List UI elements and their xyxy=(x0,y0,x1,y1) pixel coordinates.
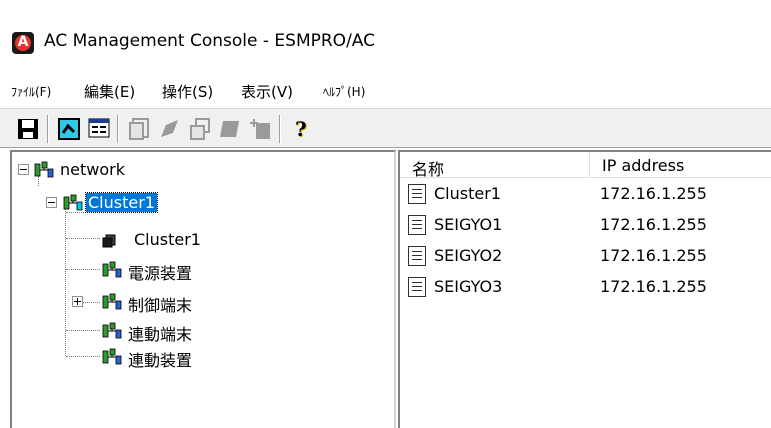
column-header-ip[interactable]: IP address xyxy=(590,152,771,178)
tree-label: Cluster1 xyxy=(85,192,158,213)
server-icon xyxy=(102,234,116,248)
network-icon xyxy=(102,348,122,365)
network-icon xyxy=(63,194,83,211)
document-icon xyxy=(408,184,426,204)
tree-panel: network Cluster1 Cluster1 電源装置 制御端末 連動端末… xyxy=(10,150,396,428)
tree-item-network[interactable]: network xyxy=(12,158,212,182)
toolbar-separator xyxy=(117,115,119,143)
tree-item-linked-device[interactable]: 連動装置 xyxy=(12,345,262,370)
menu-operation[interactable]: 操作(S) xyxy=(162,81,213,102)
help-icon[interactable]: ? xyxy=(290,117,314,141)
cell-ip: 172.16.1.255 xyxy=(600,184,707,203)
network-icon xyxy=(102,322,122,339)
tree-label: 電源装置 xyxy=(128,264,193,283)
tree-label: Cluster1 xyxy=(134,230,201,249)
document-icon xyxy=(408,246,426,266)
stack-icon xyxy=(218,117,242,141)
document-icon xyxy=(408,215,426,235)
window-title: AC Management Console - ESMPRO/AC xyxy=(44,31,375,51)
title-bar: AC Management Console - ESMPRO/AC xyxy=(0,0,771,76)
cell-ip: 172.16.1.255 xyxy=(600,277,707,296)
tree-label: network xyxy=(60,160,125,179)
collapse-toggle[interactable] xyxy=(18,164,29,175)
network-view-icon[interactable] xyxy=(57,117,81,141)
tree-label: 連動端末 xyxy=(128,325,193,344)
app-icon xyxy=(12,32,34,54)
cell-ip: 172.16.1.255 xyxy=(600,246,707,265)
tree-label: 連動装置 xyxy=(128,351,193,370)
save-icon[interactable] xyxy=(16,117,40,141)
help-glyph: ? xyxy=(295,117,307,141)
cell-name: SEIGYO2 xyxy=(434,246,503,265)
list-item[interactable]: SEIGYO3 172.16.1.255 xyxy=(406,275,766,299)
network-icon xyxy=(34,161,54,178)
toolbar: ? xyxy=(0,108,771,148)
menu-edit[interactable]: 編集(E) xyxy=(84,81,135,102)
list-panel: 名称 IP address Cluster1 172.16.1.255 SEIG… xyxy=(398,150,771,428)
toolbar-separator xyxy=(47,115,49,143)
properties-icon[interactable] xyxy=(87,117,111,141)
toolbar-separator xyxy=(279,115,281,143)
menu-file[interactable]: ﾌｧｲﾙ(F) xyxy=(11,83,51,100)
list-item[interactable]: SEIGYO2 172.16.1.255 xyxy=(406,244,766,268)
cell-name: SEIGYO3 xyxy=(434,277,503,296)
list-item[interactable]: SEIGYO1 172.16.1.255 xyxy=(406,213,766,237)
tree-item-cluster-member[interactable]: Cluster1 xyxy=(12,228,262,252)
network-icon xyxy=(102,261,122,278)
cell-ip: 172.16.1.255 xyxy=(600,215,707,234)
list-item[interactable]: Cluster1 172.16.1.255 xyxy=(406,182,766,206)
menu-help[interactable]: ﾍﾙﾌﾟ(H) xyxy=(323,83,365,100)
document-icon xyxy=(408,277,426,297)
tree-item-control[interactable]: 制御端末 xyxy=(12,290,262,315)
column-header-name[interactable]: 名称 xyxy=(400,152,590,179)
collapse-toggle[interactable] xyxy=(46,197,57,208)
cell-name: Cluster1 xyxy=(434,184,501,203)
menu-view[interactable]: 表示(V) xyxy=(241,81,293,102)
tree-item-power[interactable]: 電源装置 xyxy=(12,258,262,283)
add-icon xyxy=(248,117,272,141)
network-icon xyxy=(102,293,122,310)
tree-label: 制御端末 xyxy=(128,296,193,315)
menu-bar: ﾌｧｲﾙ(F) 編集(E) 操作(S) 表示(V) ﾍﾙﾌﾟ(H) xyxy=(0,76,771,104)
tree-item-cluster[interactable]: Cluster1 xyxy=(12,191,262,215)
cell-name: SEIGYO1 xyxy=(434,215,503,234)
duplicate-icon xyxy=(188,117,212,141)
expand-toggle[interactable] xyxy=(72,296,83,307)
tree-item-linked-terminal[interactable]: 連動端末 xyxy=(12,319,262,344)
edit-icon xyxy=(158,117,182,141)
copy-icon xyxy=(128,117,152,141)
